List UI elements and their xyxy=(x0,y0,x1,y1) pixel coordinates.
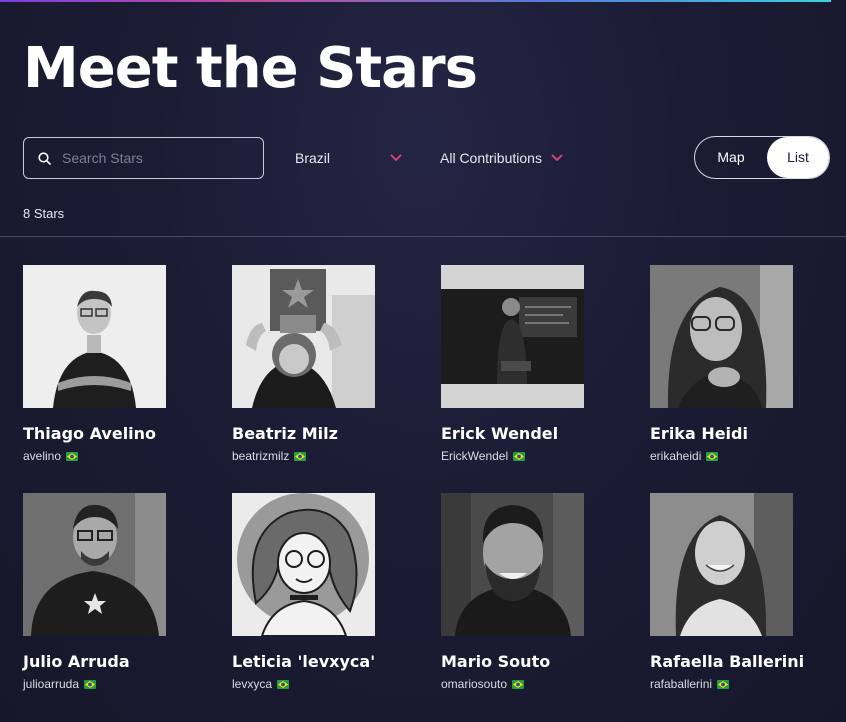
star-handle-row: julioarruda xyxy=(23,677,193,691)
brazil-flag-icon xyxy=(84,679,97,689)
star-handle-row: erikaheidi xyxy=(650,449,820,463)
brazil-flag-icon xyxy=(513,451,526,461)
chevron-down-icon xyxy=(551,154,563,161)
chevron-down-icon xyxy=(390,154,402,161)
list-view-button[interactable]: List xyxy=(767,137,829,178)
brazil-flag-icon xyxy=(512,679,525,689)
star-handle-row: levxyca xyxy=(232,677,402,691)
star-handle: erikaheidi xyxy=(650,449,702,463)
star-photo[interactable] xyxy=(23,493,166,636)
search-input[interactable] xyxy=(60,149,244,167)
star-card[interactable]: Rafaella Ballerini rafaballerini xyxy=(650,493,820,691)
brazil-flag-icon xyxy=(66,451,79,461)
star-photo[interactable] xyxy=(441,493,584,636)
star-card[interactable]: Beatriz Milz beatrizmilz xyxy=(232,265,402,463)
star-photo[interactable] xyxy=(650,493,793,636)
top-gradient-line xyxy=(0,0,831,2)
star-photo[interactable] xyxy=(232,493,375,636)
contribution-filter-label: All Contributions xyxy=(440,150,542,166)
country-filter-label: Brazil xyxy=(295,150,331,166)
star-handle: levxyca xyxy=(232,677,273,691)
page-title: Meet the Stars xyxy=(23,36,478,101)
star-photo[interactable] xyxy=(441,265,584,408)
star-handle: beatrizmilz xyxy=(232,449,290,463)
star-handle-row: rafaballerini xyxy=(650,677,820,691)
divider xyxy=(0,236,846,237)
star-handle: rafaballerini xyxy=(650,677,713,691)
brazil-flag-icon xyxy=(717,679,730,689)
star-photo[interactable] xyxy=(232,265,375,408)
brazil-flag-icon xyxy=(706,451,719,461)
country-filter-dropdown[interactable]: Brazil xyxy=(295,150,402,166)
star-name[interactable]: Rafaella Ballerini xyxy=(650,652,820,672)
map-view-button[interactable]: Map xyxy=(695,137,767,178)
star-photo[interactable] xyxy=(650,265,793,408)
star-handle-row: omariosouto xyxy=(441,677,611,691)
star-handle-row: avelino xyxy=(23,449,193,463)
star-card[interactable]: Julio Arruda julioarruda xyxy=(23,493,193,691)
star-name[interactable]: Beatriz Milz xyxy=(232,424,402,444)
view-toggle: Map List xyxy=(694,136,830,179)
star-name[interactable]: Erika Heidi xyxy=(650,424,820,444)
contribution-filter-dropdown[interactable]: All Contributions xyxy=(440,150,563,166)
star-handle: omariosouto xyxy=(441,677,508,691)
star-card[interactable]: Erick Wendel ErickWendel xyxy=(441,265,611,463)
star-handle: julioarruda xyxy=(23,677,80,691)
star-card[interactable]: Mario Souto omariosouto xyxy=(441,493,611,691)
brazil-flag-icon xyxy=(294,451,307,461)
star-card[interactable]: Erika Heidi erikaheidi xyxy=(650,265,820,463)
star-card[interactable]: Thiago Avelino avelino xyxy=(23,265,193,463)
search-icon xyxy=(38,151,51,165)
brazil-flag-icon xyxy=(277,679,290,689)
star-name[interactable]: Thiago Avelino xyxy=(23,424,193,444)
star-name[interactable]: Mario Souto xyxy=(441,652,611,672)
star-handle: avelino xyxy=(23,449,62,463)
search-box[interactable] xyxy=(23,137,264,179)
star-card[interactable]: Leticia 'levxyca' levxyca xyxy=(232,493,402,691)
star-name[interactable]: Erick Wendel xyxy=(441,424,611,444)
star-handle: ErickWendel xyxy=(441,449,509,463)
star-handle-row: beatrizmilz xyxy=(232,449,402,463)
star-photo[interactable] xyxy=(23,265,166,408)
star-name[interactable]: Julio Arruda xyxy=(23,652,193,672)
star-name[interactable]: Leticia 'levxyca' xyxy=(232,652,402,672)
star-handle-row: ErickWendel xyxy=(441,449,611,463)
results-count: 8 Stars xyxy=(23,206,65,221)
